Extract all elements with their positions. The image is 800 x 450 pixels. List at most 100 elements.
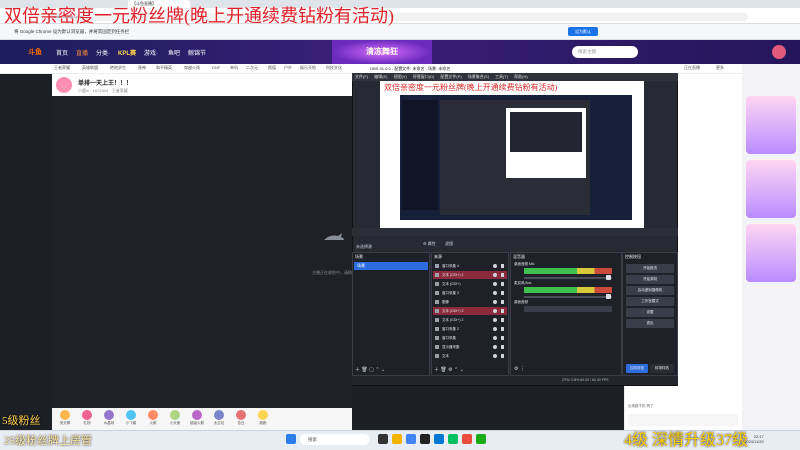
obs-menu-view[interactable]: 视图(V) [393, 74, 406, 79]
lock-icon[interactable] [501, 327, 504, 331]
visibility-eye-icon[interactable] [493, 345, 497, 349]
studio-mode-button[interactable]: 工作室模式 [626, 297, 674, 306]
exit-button[interactable]: 退出 [626, 319, 674, 328]
nav-games[interactable]: 游戏· [144, 48, 158, 57]
obs-menu-help[interactable]: 帮助(H) [514, 74, 528, 79]
subnav-item[interactable]: DNF [212, 65, 220, 70]
nav-live[interactable]: 直播 [76, 48, 88, 57]
obs-menu-edit[interactable]: 编辑(E) [374, 74, 387, 79]
source-item[interactable]: 文本 (GDI+) 3 [433, 307, 507, 315]
set-default-button[interactable]: 设为默认 [568, 27, 598, 36]
search-input[interactable]: 搜索主播 [572, 46, 638, 58]
source-item[interactable]: 窗口采集 4 [433, 262, 507, 270]
task-view-icon[interactable] [378, 434, 388, 444]
visibility-eye-icon[interactable] [493, 336, 497, 340]
source-item[interactable]: 图像 [433, 298, 507, 306]
tab-transitions[interactable]: 转场特效 [650, 364, 674, 373]
subnav-item[interactable]: 穿越火线 [184, 65, 200, 71]
gift-item[interactable]: 小天使 [166, 410, 184, 426]
obs-icon[interactable] [420, 434, 430, 444]
source-item[interactable]: 文本 [433, 352, 507, 360]
visibility-eye-icon[interactable] [493, 318, 497, 322]
start-recording-button[interactable]: 开始录制 [626, 275, 674, 284]
lock-icon[interactable] [501, 282, 504, 286]
visibility-eye-icon[interactable] [493, 264, 497, 268]
source-item[interactable]: 文本 (GDI+) 2 [433, 316, 507, 324]
visibility-eye-icon[interactable] [493, 300, 497, 304]
chrome-icon[interactable] [406, 434, 416, 444]
tab-controls[interactable]: 控制按钮 [626, 364, 648, 373]
gift-item[interactable]: 荧光棒 [56, 410, 74, 426]
lock-icon[interactable] [501, 345, 504, 349]
subnav-item[interactable]: 户外 [284, 65, 292, 71]
settings-button[interactable]: 设置 [626, 308, 674, 317]
promo-card[interactable] [746, 96, 796, 154]
obs-menu-docks[interactable]: 停靠窗口(D) [413, 74, 435, 79]
sources-dock-toolbar[interactable]: ＋ 🗑 ⚙ ⌃ ⌄ [434, 366, 464, 373]
chat-input[interactable] [628, 414, 738, 426]
lock-icon[interactable] [501, 354, 504, 358]
obs-menu-tools[interactable]: 工具(T) [495, 74, 508, 79]
mixer-volume-knob[interactable] [606, 294, 611, 299]
obs-titlebar[interactable]: OBS 31.0.0 - 配置文件: 未命名 - 场景: 未命名 [352, 64, 678, 73]
promo-card[interactable] [746, 160, 796, 218]
video-player[interactable] [52, 96, 352, 410]
source-item[interactable]: 窗口采集 [433, 334, 507, 342]
properties-button[interactable]: ⚙ 属性 [423, 241, 436, 247]
nav-kpl[interactable]: KPL赛 [118, 48, 136, 57]
subnav-item[interactable]: 科技文化 [326, 65, 342, 71]
obs-menu-profile[interactable]: 配置文件(P) [440, 74, 461, 79]
nav-festival[interactable]: 鲸锦节 [188, 48, 206, 57]
edge-icon[interactable] [434, 434, 444, 444]
obs-menu-file[interactable]: 文件(F) [355, 74, 368, 79]
subnav-item[interactable]: 二次元 [246, 65, 258, 71]
app-icon[interactable] [462, 434, 472, 444]
taskbar-search[interactable]: 搜索 [300, 434, 370, 445]
scenes-dock-toolbar[interactable]: ＋ 🗑 ▢ ⌃ ⌄ [355, 366, 385, 373]
app-icon[interactable] [476, 434, 486, 444]
visibility-eye-icon[interactable] [493, 309, 497, 313]
user-avatar[interactable] [772, 45, 786, 59]
gift-item[interactable]: 小飞碟 [122, 410, 140, 426]
source-item[interactable]: 文本 (GDI+) 2 [433, 271, 507, 279]
subnav-item[interactable]: 正在直播 [684, 65, 700, 71]
lock-icon[interactable] [501, 300, 504, 304]
event-banner[interactable]: 清冻舞狂 [332, 40, 432, 64]
filters-button[interactable]: 滤镜 [445, 241, 453, 247]
promo-card[interactable] [746, 224, 796, 282]
subnav-item[interactable]: 原神 [138, 65, 146, 71]
visibility-eye-icon[interactable] [493, 282, 497, 286]
lock-icon[interactable] [501, 318, 504, 322]
subnav-item[interactable]: 娱乐天地 [300, 65, 316, 71]
scene-item-selected[interactable]: 场景 [354, 262, 428, 270]
subnav-item[interactable]: 单机 [230, 65, 238, 71]
wechat-icon[interactable] [448, 434, 458, 444]
visibility-eye-icon[interactable] [493, 273, 497, 277]
gift-item[interactable]: 告白 [232, 410, 250, 426]
gift-item[interactable]: 超跑 [254, 410, 272, 426]
source-item[interactable]: 窗口采集 3 [433, 289, 507, 297]
gift-item[interactable]: 超级火箭 [188, 410, 206, 426]
mixer-dock-toolbar[interactable]: ⚙ ⋮ [514, 366, 525, 372]
source-item[interactable]: 显示器采集 [433, 343, 507, 351]
virtual-camera-button[interactable]: 启动虚拟摄像机 [626, 286, 674, 295]
start-streaming-button[interactable]: 开始推流 [626, 264, 674, 273]
lock-icon[interactable] [501, 273, 504, 277]
douyu-logo[interactable]: 斗鱼 [28, 47, 42, 57]
lock-icon[interactable] [501, 264, 504, 268]
subnav-more[interactable]: 更多 [716, 65, 724, 71]
mixer-volume-slider[interactable] [524, 296, 612, 298]
source-item[interactable]: 文本 (GDI+) [433, 280, 507, 288]
subnav-item[interactable]: 王者荣耀 [54, 65, 70, 71]
nav-category[interactable]: 分类· [96, 48, 110, 57]
source-item[interactable]: 窗口采集 2 [433, 325, 507, 333]
mixer-volume-slider[interactable] [524, 277, 612, 279]
subnav-item[interactable]: 绝地求生 [110, 65, 126, 71]
visibility-eye-icon[interactable] [493, 291, 497, 295]
subnav-item[interactable]: 英雄联盟 [82, 65, 98, 71]
gift-item[interactable]: 礼物 [78, 410, 96, 426]
gift-item[interactable]: 火箭 [144, 410, 162, 426]
nav-yuba[interactable]: 鱼吧 [168, 48, 180, 57]
subnav-item[interactable]: 颜值 [268, 65, 276, 71]
mixer-volume-knob[interactable] [606, 275, 611, 280]
